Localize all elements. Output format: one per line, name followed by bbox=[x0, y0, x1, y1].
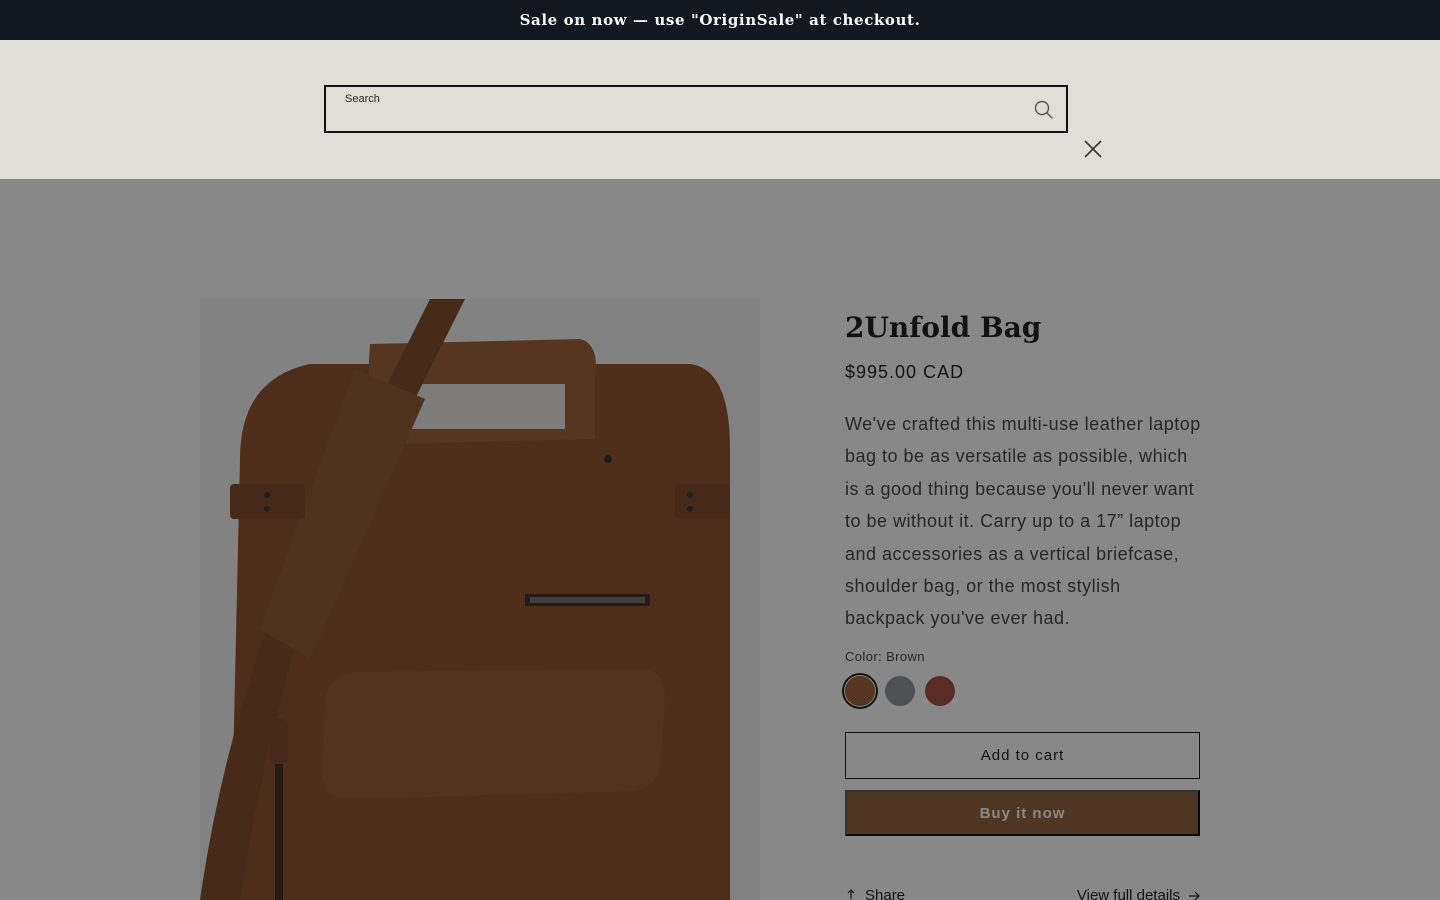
modal-overlay[interactable] bbox=[0, 179, 1440, 900]
search-field[interactable]: Search bbox=[324, 85, 1068, 133]
search-label: Search bbox=[345, 93, 380, 105]
announcement-bar: Sale on now — use "OriginSale" at checko… bbox=[0, 0, 1440, 40]
search-icon[interactable] bbox=[1033, 99, 1055, 121]
announcement-text: Sale on now — use "OriginSale" at checko… bbox=[519, 11, 921, 29]
product-page: 2Unfold Bag $995.00 CAD We've crafted th… bbox=[0, 179, 1440, 900]
close-icon[interactable] bbox=[1082, 138, 1104, 160]
search-modal: Search bbox=[0, 40, 1440, 179]
search-input[interactable] bbox=[345, 107, 1005, 127]
